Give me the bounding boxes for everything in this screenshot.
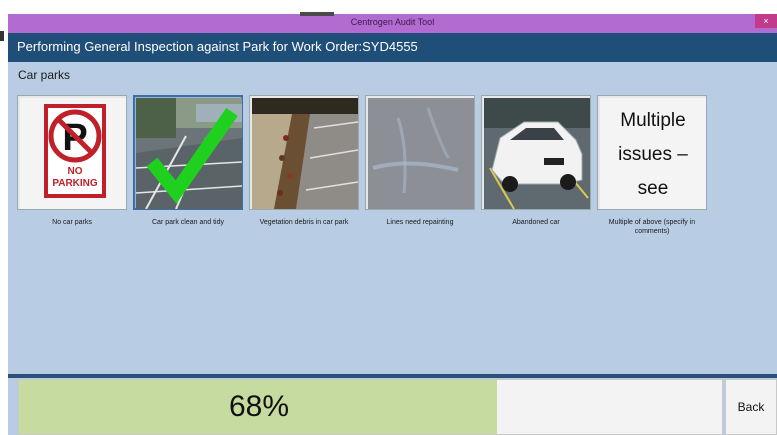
option-tile-vegetation-debris[interactable] bbox=[249, 95, 359, 210]
option-tile-multiple[interactable]: Multiple issues – see comments bbox=[597, 95, 707, 210]
close-button[interactable]: × bbox=[755, 14, 777, 28]
back-button[interactable]: Back bbox=[725, 379, 777, 435]
section-title: Car parks bbox=[18, 68, 71, 82]
option-caption: Lines need repainting bbox=[386, 219, 454, 226]
multiple-issues-text: Multiple issues – see comments bbox=[618, 110, 688, 199]
option-caption: Abandoned car bbox=[512, 219, 560, 226]
option-caption: Multiple of above (specify in comments) bbox=[608, 219, 696, 235]
footer-divider bbox=[8, 374, 777, 378]
car-park-clean-image bbox=[136, 98, 242, 209]
option-tile-lines-repainting[interactable] bbox=[365, 95, 475, 210]
option-tile-no-car-parks[interactable]: P NO PARKING bbox=[17, 95, 127, 210]
option-tile-abandoned-car[interactable] bbox=[481, 95, 591, 210]
svg-text:PARKING: PARKING bbox=[52, 178, 98, 189]
window-title: Centrogen Audit Tool bbox=[350, 17, 435, 27]
title-bar-notch bbox=[300, 12, 334, 16]
faded-lines-image bbox=[368, 98, 474, 209]
inspection-title: Performing General Inspection against Pa… bbox=[17, 39, 418, 54]
inspection-header: Performing General Inspection against Pa… bbox=[8, 33, 777, 62]
abandoned-car-image bbox=[484, 98, 590, 209]
window-edge-marker bbox=[0, 31, 4, 41]
option-tile-car-park-clean[interactable] bbox=[133, 95, 243, 210]
option-caption: Vegetation debris in car park bbox=[259, 219, 349, 226]
progress-bar: 68% bbox=[18, 379, 723, 435]
title-bar: Centrogen Audit Tool × bbox=[8, 12, 777, 33]
option-caption: Car park clean and tidy bbox=[152, 219, 224, 226]
progress-label: 68% bbox=[229, 390, 290, 423]
svg-text:NO: NO bbox=[68, 166, 83, 177]
multiple-issues-card: Multiple issues – see comments bbox=[600, 98, 706, 209]
option-caption: No car parks bbox=[52, 219, 92, 226]
app-window: Centrogen Audit Tool × Performing Genera… bbox=[0, 12, 777, 435]
vegetation-debris-image bbox=[252, 98, 358, 209]
no-parking-sign-image: P NO PARKING bbox=[20, 98, 126, 209]
